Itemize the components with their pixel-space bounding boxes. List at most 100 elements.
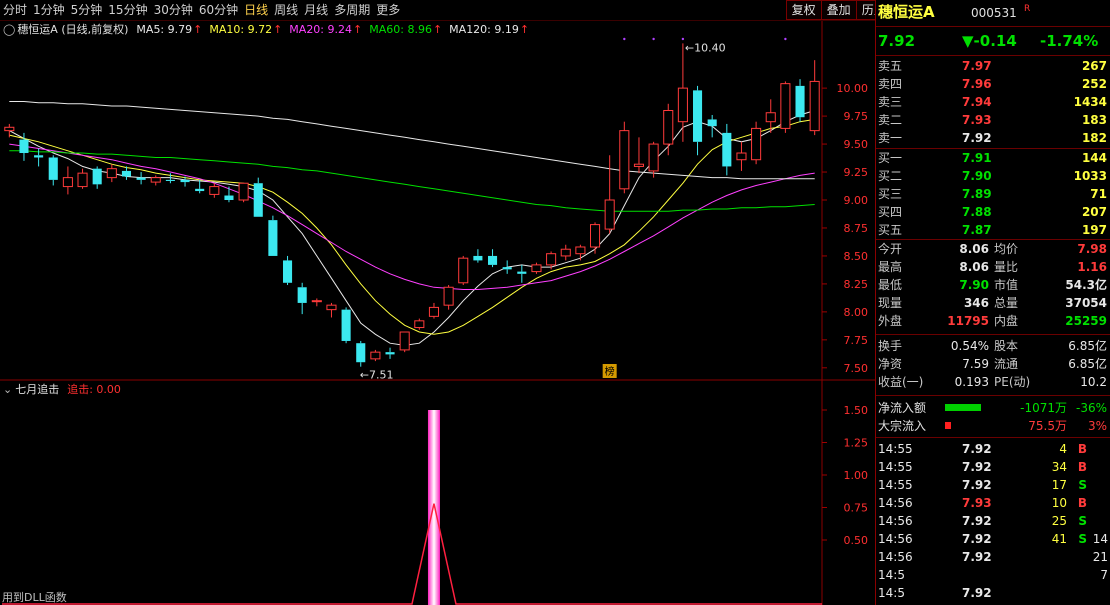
candle[interactable]: [136, 172, 146, 185]
tick-time: 14:5: [878, 568, 905, 582]
fundamental-value: 6.85亿: [1068, 339, 1107, 353]
candle[interactable]: [677, 43, 688, 142]
period-tab-7[interactable]: 周线: [271, 0, 301, 20]
ma-legend-0: MA5: 9.79↑: [136, 22, 203, 36]
candle[interactable]: [224, 186, 234, 203]
candle[interactable]: [648, 141, 659, 178]
period-tab-2[interactable]: 5分钟: [68, 0, 106, 20]
kline-chart[interactable]: 10.00 9.75 9.50 9.25 9.00 8.75 8.50 8.25 8.00 7.7…: [0, 21, 875, 605]
candle[interactable]: [633, 137, 645, 174]
candle[interactable]: [311, 298, 322, 307]
tick-volume: 4: [1059, 442, 1067, 456]
candle[interactable]: [414, 318, 425, 330]
bid-volume: 71: [1090, 187, 1107, 201]
candle[interactable]: [575, 244, 586, 261]
candle[interactable]: [150, 175, 161, 186]
candle[interactable]: [341, 307, 351, 344]
candle[interactable]: [692, 85, 703, 156]
price-tick-label: 9.75: [844, 110, 869, 123]
ma-legend-2: MA20: 9.24↑: [289, 22, 363, 36]
period-tab-1[interactable]: 1分钟: [30, 0, 68, 20]
candle[interactable]: [560, 244, 571, 261]
candle[interactable]: [253, 177, 263, 217]
candle[interactable]: [428, 302, 440, 319]
fundamental-label: 换手: [878, 339, 903, 353]
period-tab-9[interactable]: 多周期: [331, 0, 373, 20]
period-tab-6[interactable]: 日线: [241, 0, 271, 20]
candle[interactable]: [502, 260, 512, 274]
chevron-down-icon[interactable]: ⌄: [3, 383, 12, 396]
ask-label: 卖三: [878, 95, 903, 109]
candle[interactable]: [268, 215, 278, 256]
candle[interactable]: [297, 282, 307, 315]
period-tab-0[interactable]: 分时: [0, 0, 30, 20]
quote-label: 市值: [994, 278, 1019, 292]
candle[interactable]: [531, 262, 542, 274]
candle[interactable]: [282, 255, 293, 286]
candle[interactable]: [209, 183, 220, 198]
quote-value: 11795: [947, 314, 989, 328]
candle[interactable]: [795, 79, 805, 122]
ask-label: 卖二: [878, 113, 903, 127]
candle[interactable]: [604, 155, 615, 234]
indicator-bar: [427, 410, 440, 605]
candle[interactable]: [399, 331, 410, 353]
action-button-0[interactable]: 复权: [785, 0, 822, 20]
quote-value: 8.06: [959, 242, 989, 256]
candle[interactable]: [443, 285, 454, 310]
candle[interactable]: [809, 60, 820, 136]
candle[interactable]: [663, 103, 674, 156]
candle[interactable]: [736, 141, 747, 171]
quote-value: 7.98: [1077, 242, 1107, 256]
candle[interactable]: [326, 302, 337, 318]
candle[interactable]: [780, 81, 791, 133]
action-button-1[interactable]: 叠加: [820, 0, 857, 20]
candle[interactable]: [473, 249, 483, 263]
tick-price: 7.92: [962, 550, 992, 564]
candle[interactable]: [77, 168, 88, 189]
period-tab-4[interactable]: 30分钟: [151, 0, 196, 20]
divider: [876, 26, 1110, 27]
period-tab-5[interactable]: 60分钟: [196, 0, 241, 20]
tick-row: 14:5 7: [876, 566, 1110, 584]
bid-price: 7.91: [962, 151, 992, 165]
period-tab-10[interactable]: 更多: [373, 0, 403, 20]
candle[interactable]: [92, 166, 102, 189]
candle[interactable]: [370, 349, 381, 362]
tick-price: 7.92: [962, 460, 992, 474]
candle[interactable]: [106, 164, 117, 183]
up-arrow-icon: ↑: [273, 22, 283, 36]
candle[interactable]: [62, 166, 73, 195]
candle[interactable]: [517, 264, 527, 283]
candle[interactable]: [238, 182, 249, 203]
fundamental-value: 0.54%: [950, 339, 989, 353]
period-tab-3[interactable]: 15分钟: [105, 0, 150, 20]
fundamental-label: 收益(一): [878, 375, 924, 389]
candle[interactable]: [707, 114, 717, 138]
bid-price: 7.90: [962, 169, 992, 183]
candle[interactable]: [195, 179, 205, 194]
candle[interactable]: [48, 155, 58, 186]
candle[interactable]: [385, 347, 395, 359]
price-tick-label: 8.75: [844, 222, 869, 235]
flow-bar: [945, 404, 981, 411]
stock-name[interactable]: 穗恒运A: [878, 2, 935, 22]
price-change-pct: -1.74%: [1040, 32, 1099, 50]
candle[interactable]: [589, 222, 601, 254]
candle[interactable]: [458, 255, 469, 286]
ma-line-MA5: [9, 110, 815, 346]
candle[interactable]: [722, 123, 732, 176]
bid-volume: 207: [1081, 205, 1107, 219]
bid-volume: 1033: [1073, 169, 1107, 183]
bid-row: 买二 7.90 1033: [876, 167, 1110, 185]
candle[interactable]: [356, 340, 366, 367]
candle[interactable]: [487, 249, 498, 268]
flow-value: 75.5万: [1028, 419, 1067, 433]
candle[interactable]: [619, 121, 630, 194]
quote-label: 量比: [994, 260, 1019, 274]
ask-label: 卖四: [878, 77, 903, 91]
candle[interactable]: [751, 121, 762, 165]
indicator-legend: ⌄ 七月追击 追击: 0.00: [0, 381, 121, 397]
quote-label: 最高: [878, 260, 903, 274]
period-tab-8[interactable]: 月线: [301, 0, 331, 20]
